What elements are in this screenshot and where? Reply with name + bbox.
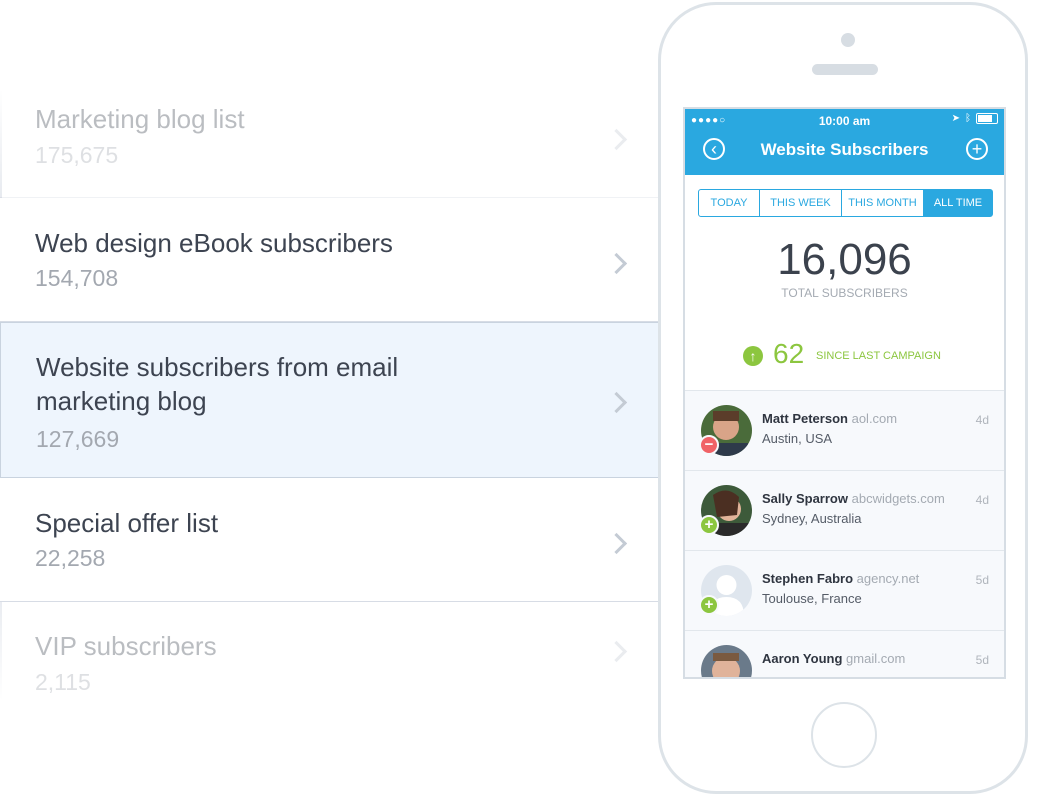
bluetooth-icon: ᛒ	[965, 113, 971, 124]
location-icon: ➤	[951, 113, 960, 124]
list-item[interactable]: Website subscribers from email marketing…	[0, 322, 658, 478]
remove-icon[interactable]: −	[699, 435, 719, 455]
list-item-title: Marketing blog list	[35, 104, 245, 134]
list-item-title: Special offer list	[35, 508, 219, 538]
phone-screen: ●●●●○ 10:00 am ➤ ᛒ ‹ Website Subscribers…	[683, 107, 1006, 679]
subscriber-location: Toulouse, France	[762, 591, 862, 606]
list-item-title: Web design eBook subscribers	[35, 228, 393, 258]
list-item[interactable]: + Sally Sparrow abcwidgets.com Sydney, A…	[685, 471, 1004, 551]
list-item-count: 175,675	[35, 142, 119, 168]
list-item-count: 2,115	[35, 669, 91, 695]
list-item[interactable]: Special offer list 22,258	[0, 478, 658, 602]
speaker-grille	[812, 64, 878, 75]
subscriber-lists: Marketing blog list 175,675 Web design e…	[0, 72, 658, 712]
subscriber-name: Sally Sparrow abcwidgets.com	[762, 491, 945, 506]
list-item-title: Website subscribers from email marketing…	[36, 352, 399, 416]
page-title: Website Subscribers	[760, 140, 929, 159]
add-icon[interactable]: +	[699, 595, 719, 615]
list-item-count: 22,258	[35, 545, 106, 571]
segment-this-month[interactable]: THIS MONTH	[842, 190, 924, 216]
subscriber-name: Matt Peterson aol.com	[762, 411, 898, 426]
subscriber-age: 5d	[975, 573, 989, 587]
list-item-title: VIP subscribers	[35, 631, 217, 661]
chevron-right-icon	[605, 252, 628, 275]
status-icons: ➤ ᛒ	[952, 113, 998, 124]
chevron-right-icon	[605, 128, 628, 151]
subscriber-name: Stephen Fabro agency.net	[762, 571, 920, 586]
list-item-count: 154,708	[35, 265, 119, 291]
avatar	[701, 645, 752, 677]
delta-label: SINCE LAST CAMPAIGN	[816, 350, 941, 362]
subscriber-age: 4d	[975, 493, 989, 507]
subscriber-age: 5d	[975, 653, 989, 667]
arrow-up-icon: ↑	[743, 346, 763, 366]
segment-today[interactable]: TODAY	[699, 190, 760, 216]
total-subscribers-label: TOTAL SUBSCRIBERS	[781, 286, 908, 300]
list-item[interactable]: Web design eBook subscribers 154,708	[0, 198, 658, 322]
list-item[interactable]: + Stephen Fabro agency.net Toulouse, Fra…	[685, 551, 1004, 631]
stats-panel: TODAY THIS WEEK THIS MONTH ALL TIME 16,0…	[685, 175, 1004, 321]
time-range-segmented-control: TODAY THIS WEEK THIS MONTH ALL TIME	[698, 189, 993, 217]
add-icon[interactable]: +	[699, 515, 719, 535]
plus-icon: +	[971, 139, 983, 159]
add-button[interactable]: +	[966, 138, 988, 160]
subscriber-age: 4d	[975, 413, 989, 427]
total-subscribers-value: 16,096	[777, 235, 912, 284]
segment-this-week[interactable]: THIS WEEK	[760, 190, 842, 216]
chevron-right-icon	[605, 391, 628, 414]
chevron-right-icon	[605, 640, 628, 663]
chevron-right-icon	[605, 532, 628, 555]
delta-value: 62	[773, 338, 805, 369]
battery-icon	[976, 113, 998, 124]
segment-all-time[interactable]: ALL TIME	[924, 190, 992, 216]
home-button[interactable]	[811, 702, 877, 768]
campaign-delta: ↑ 62 SINCE LAST CAMPAIGN	[685, 320, 1004, 391]
list-item-count: 127,669	[36, 426, 120, 452]
subscriber-list: − Matt Peterson aol.com Austin, USA 4d +…	[685, 391, 1004, 677]
subscriber-location: Austin, USA	[762, 431, 833, 446]
subscriber-location: Sydney, Australia	[762, 511, 862, 526]
list-item[interactable]: Marketing blog list 175,675	[0, 72, 658, 198]
nav-bar: ●●●●○ 10:00 am ➤ ᛒ ‹ Website Subscribers…	[685, 109, 1004, 175]
list-item[interactable]: VIP subscribers 2,115	[0, 602, 658, 712]
list-item[interactable]: − Matt Peterson aol.com Austin, USA 4d	[685, 391, 1004, 471]
list-item[interactable]: Aaron Young gmail.com 5d	[685, 631, 1004, 677]
subscriber-name: Aaron Young gmail.com	[762, 651, 906, 666]
camera-icon	[841, 33, 855, 47]
